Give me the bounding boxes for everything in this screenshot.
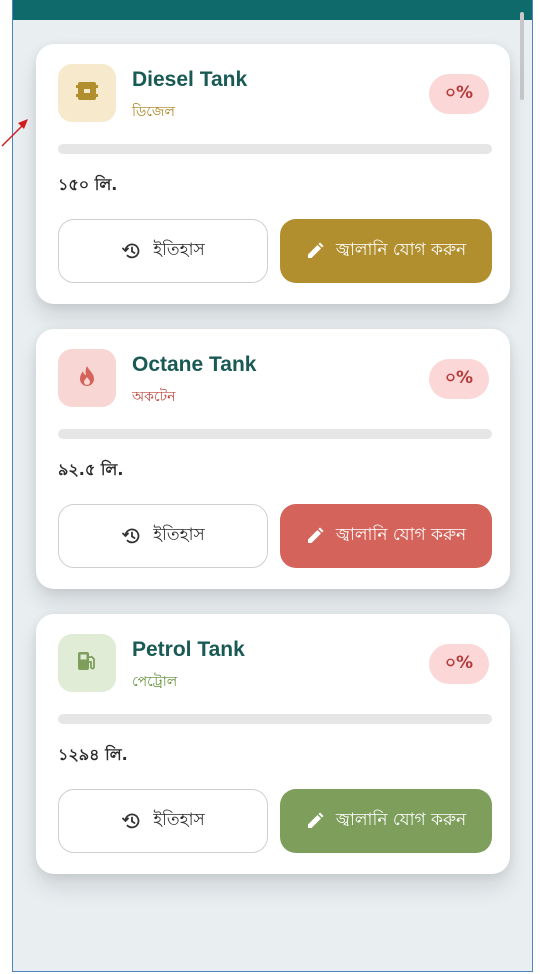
history-label: ইতিহাস bbox=[153, 525, 205, 545]
pencil-icon bbox=[306, 527, 324, 545]
tank-card-petrol: Petrol Tank পেট্রোল ০% ১২৯৪ লি. ইতিহাস জ… bbox=[36, 614, 510, 874]
percent-badge: ০% bbox=[429, 359, 489, 399]
tank-amount: ১২৯৪ লি. bbox=[58, 745, 128, 764]
fuel-barrel-icon bbox=[76, 80, 98, 106]
tank-title: Octane Tank bbox=[132, 353, 257, 376]
flame-icon bbox=[77, 365, 97, 391]
level-progress-bar bbox=[58, 429, 492, 439]
tank-amount: ১৫০ লি. bbox=[58, 175, 118, 194]
tank-icon-tile bbox=[58, 634, 116, 692]
tank-subtitle: ডিজেল bbox=[132, 104, 175, 120]
tank-title: Diesel Tank bbox=[132, 68, 248, 91]
history-label: ইতিহাস bbox=[153, 810, 205, 830]
tank-card-diesel: Diesel Tank ডিজেল ০% ১৫০ লি. ইতিহাস জ্বা… bbox=[36, 44, 510, 304]
tank-subtitle: অকটেন bbox=[132, 389, 176, 405]
tank-card-octane: Octane Tank অকটেন ০% ৯২.৫ লি. ইতিহাস জ্ব… bbox=[36, 329, 510, 589]
tank-icon-tile bbox=[58, 349, 116, 407]
tank-amount: ৯২.৫ লি. bbox=[58, 460, 124, 479]
pencil-icon bbox=[306, 242, 324, 260]
history-icon bbox=[121, 526, 141, 546]
add-fuel-button[interactable]: জ্বালানি যোগ করুন bbox=[280, 789, 492, 853]
app-frame: Diesel Tank ডিজেল ০% ১৫০ লি. ইতিহাস জ্বা… bbox=[12, 0, 533, 972]
history-icon bbox=[121, 241, 141, 261]
gas-pump-icon bbox=[76, 650, 98, 676]
header-bar bbox=[13, 0, 532, 20]
pencil-icon bbox=[306, 812, 324, 830]
tank-icon-tile bbox=[58, 64, 116, 122]
history-button[interactable]: ইতিহাস bbox=[58, 504, 268, 568]
history-button[interactable]: ইতিহাস bbox=[58, 789, 268, 853]
add-fuel-label: জ্বালানি যোগ করুন bbox=[335, 525, 467, 545]
level-progress-bar bbox=[58, 144, 492, 154]
tank-subtitle: পেট্রোল bbox=[132, 674, 178, 690]
level-progress-bar bbox=[58, 714, 492, 724]
history-icon bbox=[121, 811, 141, 831]
history-button[interactable]: ইতিহাস bbox=[58, 219, 268, 283]
add-fuel-label: জ্বালানি যোগ করুন bbox=[335, 810, 467, 830]
add-fuel-label: জ্বালানি যোগ করুন bbox=[335, 240, 467, 260]
percent-badge: ০% bbox=[429, 644, 489, 684]
scrollbar[interactable] bbox=[520, 12, 524, 100]
add-fuel-button[interactable]: জ্বালানি যোগ করুন bbox=[280, 219, 492, 283]
percent-badge: ০% bbox=[429, 74, 489, 114]
add-fuel-button[interactable]: জ্বালানি যোগ করুন bbox=[280, 504, 492, 568]
tank-title: Petrol Tank bbox=[132, 638, 245, 661]
annotation-arrow-icon bbox=[1, 119, 28, 147]
history-label: ইতিহাস bbox=[153, 240, 205, 260]
